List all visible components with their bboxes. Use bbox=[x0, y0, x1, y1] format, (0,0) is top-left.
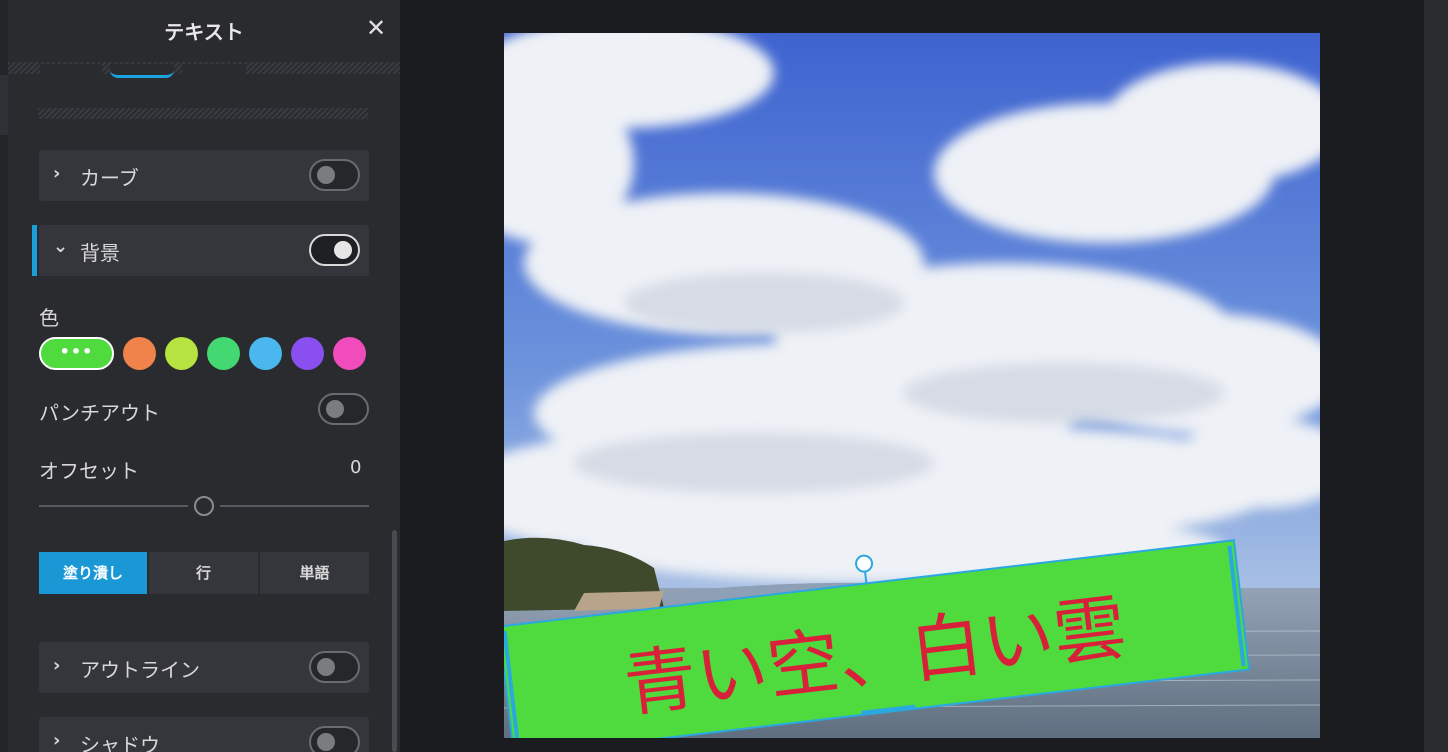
close-icon[interactable]: ✕ bbox=[362, 14, 390, 42]
section-outline-label: アウトライン bbox=[80, 658, 200, 682]
toggle-knob bbox=[326, 400, 344, 418]
toggle-knob bbox=[317, 658, 335, 676]
chevron-right-icon: › bbox=[53, 163, 61, 184]
section-shadow[interactable]: › シャドウ bbox=[39, 717, 369, 752]
fill-mode-word[interactable]: 単語 bbox=[260, 552, 369, 594]
fill-mode-line[interactable]: 行 bbox=[149, 552, 258, 594]
section-background-label: 背景 bbox=[80, 241, 120, 265]
text-overlay[interactable]: 青い空、白い雲 bbox=[504, 512, 1251, 738]
custom-color-button[interactable]: ••• bbox=[39, 337, 114, 370]
section-background[interactable]: ⌄ 背景 bbox=[32, 225, 369, 276]
punchout-label: パンチアウト bbox=[39, 401, 160, 425]
section-curve[interactable]: › カーブ bbox=[39, 150, 369, 201]
section-divider bbox=[38, 108, 368, 119]
offset-slider-thumb[interactable] bbox=[194, 496, 214, 516]
tab-stub-active[interactable] bbox=[110, 64, 174, 78]
rotate-handle-stem bbox=[864, 571, 868, 584]
right-edge-strip bbox=[1424, 0, 1448, 752]
panel-scrollbar[interactable] bbox=[392, 530, 397, 752]
color-swatch-lime[interactable] bbox=[165, 337, 198, 370]
color-label: 色 bbox=[39, 306, 59, 330]
rotate-handle[interactable] bbox=[855, 554, 874, 573]
outline-toggle[interactable] bbox=[309, 651, 360, 683]
section-curve-label: カーブ bbox=[80, 166, 139, 190]
shadow-toggle[interactable] bbox=[309, 726, 360, 752]
chevron-right-icon: › bbox=[53, 730, 61, 751]
color-swatch-green[interactable] bbox=[207, 337, 240, 370]
tab-stub-right[interactable] bbox=[182, 64, 246, 78]
offset-label: オフセット bbox=[39, 459, 139, 483]
toggle-knob bbox=[317, 733, 335, 751]
color-swatch-purple[interactable] bbox=[291, 337, 324, 370]
color-swatch-pink[interactable] bbox=[333, 337, 366, 370]
background-toggle[interactable] bbox=[309, 234, 360, 266]
panel-title: テキスト bbox=[164, 20, 244, 44]
section-outline[interactable]: › アウトライン bbox=[39, 642, 369, 693]
offset-value: 0 bbox=[350, 457, 362, 478]
fill-mode-fill[interactable]: 塗り潰し bbox=[39, 552, 147, 594]
photo-canvas[interactable]: 青い空、白い雲 bbox=[504, 33, 1320, 738]
color-swatch-orange[interactable] bbox=[123, 337, 156, 370]
panel-edge-highlight bbox=[0, 75, 8, 135]
section-shadow-label: シャドウ bbox=[80, 733, 160, 752]
toggle-knob bbox=[334, 241, 352, 259]
text-overlay-layer: 青い空、白い雲 bbox=[504, 512, 1251, 738]
curve-toggle[interactable] bbox=[309, 159, 360, 191]
color-swatch-blue[interactable] bbox=[249, 337, 282, 370]
panel-header: テキスト ✕ bbox=[8, 0, 400, 62]
toggle-knob bbox=[317, 166, 335, 184]
tab-stub-left[interactable] bbox=[40, 64, 102, 78]
text-settings-panel: テキスト ✕ › カーブ ⌄ 背景 色 ••• パンチアウト オフセット 0 塗… bbox=[0, 0, 400, 752]
chevron-down-icon: ⌄ bbox=[53, 236, 69, 257]
punchout-toggle[interactable] bbox=[318, 393, 369, 425]
chevron-right-icon: › bbox=[53, 655, 61, 676]
